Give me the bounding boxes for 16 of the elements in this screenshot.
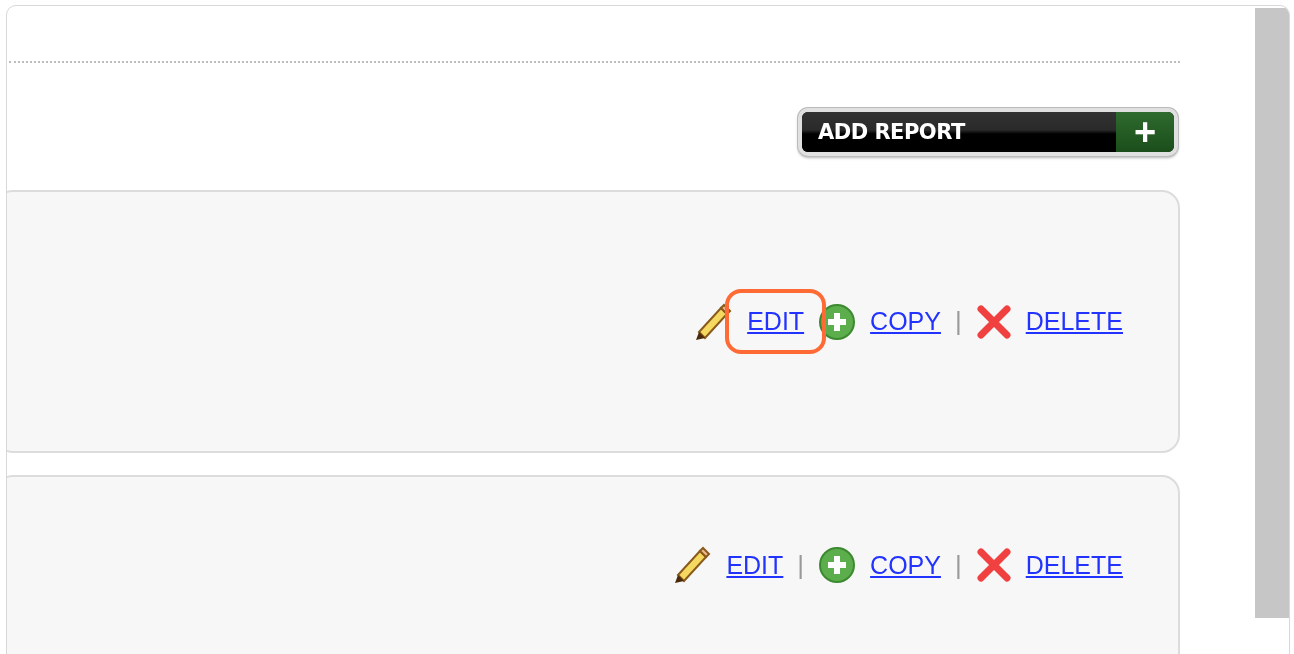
pencil-icon xyxy=(672,545,713,586)
plus-circle-icon xyxy=(818,302,857,341)
pencil-icon xyxy=(693,301,734,342)
plus-circle-icon xyxy=(818,546,857,585)
close-icon xyxy=(975,547,1012,584)
separator: | xyxy=(797,549,805,581)
add-report-button[interactable]: ADD REPORT + xyxy=(798,108,1178,156)
separator: | xyxy=(954,306,962,338)
close-icon xyxy=(975,303,1012,340)
copy-link[interactable]: COPY xyxy=(870,307,941,337)
edit-link[interactable]: EDIT xyxy=(726,550,784,580)
copy-link[interactable]: COPY xyxy=(870,550,941,580)
delete-link[interactable]: DELETE xyxy=(1025,307,1123,337)
separator: | xyxy=(954,549,962,581)
edit-link[interactable]: EDIT xyxy=(747,307,805,337)
delete-link[interactable]: DELETE xyxy=(1025,550,1123,580)
